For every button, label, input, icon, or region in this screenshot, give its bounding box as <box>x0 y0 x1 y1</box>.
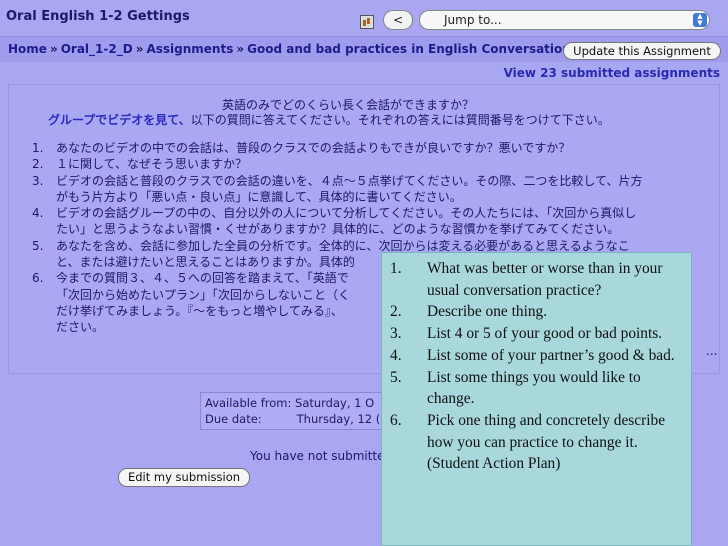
jump-to-select[interactable]: Jump to... ▲ ▼ <box>419 10 710 30</box>
jump-to-label: Jump to... <box>444 13 502 27</box>
translation-number: 1. <box>390 260 402 277</box>
translation-item: 4. List some of your partner’s good & bad… <box>388 345 685 367</box>
due-label: Due date: <box>205 412 262 426</box>
question-line: ビデオの会話グループの中の、自分以外の人について分析してください。その人たちには… <box>56 206 637 221</box>
translation-text: List some things you would like to chang… <box>427 368 641 408</box>
translation-text: What was better or worse than in your us… <box>427 260 663 299</box>
translation-text: List 4 or 5 of your good or bad points. <box>427 325 663 343</box>
question-number: 3. <box>32 173 44 188</box>
available-value: Saturday, 1 O <box>295 396 375 410</box>
submission-status: You have not submitte <box>250 449 385 463</box>
top-bar: Oral English 1-2 Gettings < Jump to... ▲… <box>0 0 728 34</box>
translation-text: List some of your partner’s good & bad. <box>427 346 675 364</box>
chart-icon[interactable] <box>360 15 374 29</box>
question-number: 4. <box>32 206 44 221</box>
translation-item: 6. Pick one thing and concretely describe… <box>388 410 685 475</box>
due-row: Due date: Thursday, 12 ( <box>205 412 380 426</box>
breadcrumb-separator: » <box>49 42 58 56</box>
question-item: 4. ビデオの会話グループの中の、自分以外の人について分析してください。その人たち… <box>32 205 722 238</box>
breadcrumb-home[interactable]: Home <box>8 42 47 56</box>
translation-item: 1. What was better or worse than in your … <box>388 258 685 301</box>
question-item: 2. １に関して、なぜそう思いますか？ <box>32 156 722 172</box>
question-line: あなたを含め、会話に参加した全員の分析です。全体的に、次回からは変える必要がある… <box>56 238 630 253</box>
translation-number: 5. <box>390 368 402 386</box>
back-button[interactable]: < <box>383 10 413 30</box>
question-line: ビデオの会話と普段のクラスでの会話の違いを、４点〜５点挙げてください。その際、二… <box>56 173 643 188</box>
translation-number: 6. <box>390 411 402 429</box>
breadcrumb-current: Good and bad practices in English Conver… <box>247 42 571 56</box>
translation-number: 4. <box>390 346 402 364</box>
navigation-bar: Home» Oral_1-2_D» Assignments» Good and bad… <box>0 36 728 62</box>
translation-text: Pick one thing and concretely describe h… <box>427 411 666 473</box>
english-translation-overlay: 1. What was better or worse than in your … <box>381 252 692 546</box>
translation-text: Describe one thing. <box>427 303 548 321</box>
breadcrumb-separator: » <box>236 42 245 56</box>
question-line: と、または避けたいと思えることはありますか。具体的 <box>56 255 355 270</box>
question-number: 1. <box>32 141 44 155</box>
breadcrumb-separator: » <box>135 42 144 56</box>
breadcrumb-assignments[interactable]: Assignments <box>146 42 233 56</box>
available-row: Available from: Saturday, 1 O <box>205 396 374 410</box>
intro-text: 以下の質問に答えてください。それぞれの答えには質問番号をつけて下さい。 <box>190 113 610 127</box>
translation-list: 1. What was better or worse than in your … <box>388 258 685 475</box>
dates-box: Available from: Saturday, 1 O Due date: … <box>200 392 400 430</box>
question-item: 3. ビデオの会話と普段のクラスでの会話の違いを、４点〜５点挙げてください。その際… <box>32 173 722 206</box>
question-number: 6. <box>32 271 44 286</box>
question-line: 今までの質問３、４、５への回答を踏まえて、「英語で <box>56 271 349 286</box>
dropdown-arrows-icon: ▲ ▼ <box>693 13 707 27</box>
translation-item: 5. List some things you would like to cha… <box>388 367 685 410</box>
question-line: たい」と思うようなよい習慣・くせがありますか？具体的に、どのような習慣かを挙げて… <box>56 222 620 237</box>
due-value: Thursday, 12 ( <box>296 412 381 426</box>
translation-item: 3. List 4 or 5 of your good or bad points… <box>388 323 685 345</box>
question-line: 「次回から始めたいプラン」「次回からしないこと（く <box>56 287 351 302</box>
breadcrumb: Home» Oral_1-2_D» Assignments» Good and bad… <box>8 42 571 56</box>
translation-number: 2. <box>390 303 402 321</box>
question-line: あなたのビデオの中での会話は、普段のクラスでの会話よりもできが良いですか？悪いで… <box>56 141 571 155</box>
question-line: １に関して、なぜそう思いますか？ <box>56 157 248 172</box>
available-label: Available from: <box>205 396 292 410</box>
question-number: 5. <box>32 238 44 253</box>
translation-item: 2. Describe one thing. <box>388 301 685 323</box>
update-assignment-button[interactable]: Update this Assignment <box>563 42 721 60</box>
assignment-intro: グループでビデオを見て、以下の質問に答えてください。それぞれの答えには質問番号を… <box>48 111 610 128</box>
site-title[interactable]: Oral English 1-2 Gettings <box>6 9 190 24</box>
more-ellipsis[interactable]: ... <box>706 344 717 358</box>
question-line: がもう片方より「悪い点・良い点」に意識して、具体的に書いてください。 <box>56 189 462 204</box>
translation-number: 3. <box>390 325 402 343</box>
breadcrumb-course[interactable]: Oral_1-2_D <box>61 42 133 56</box>
view-submissions-link[interactable]: View 23 submitted assignments <box>504 66 720 80</box>
intro-highlight: グループでビデオを見て、 <box>48 113 191 127</box>
question-item: 1. あなたのビデオの中での会話は、普段のクラスでの会話よりもできが良いですか？悪… <box>32 140 722 156</box>
edit-submission-button[interactable]: Edit my submission <box>118 468 250 487</box>
question-line: だけ挙げてみましょう。『〜をもっと増やしてみる』、 <box>56 303 343 318</box>
question-line: ださい。 <box>56 320 105 335</box>
question-number: 2. <box>32 157 44 172</box>
